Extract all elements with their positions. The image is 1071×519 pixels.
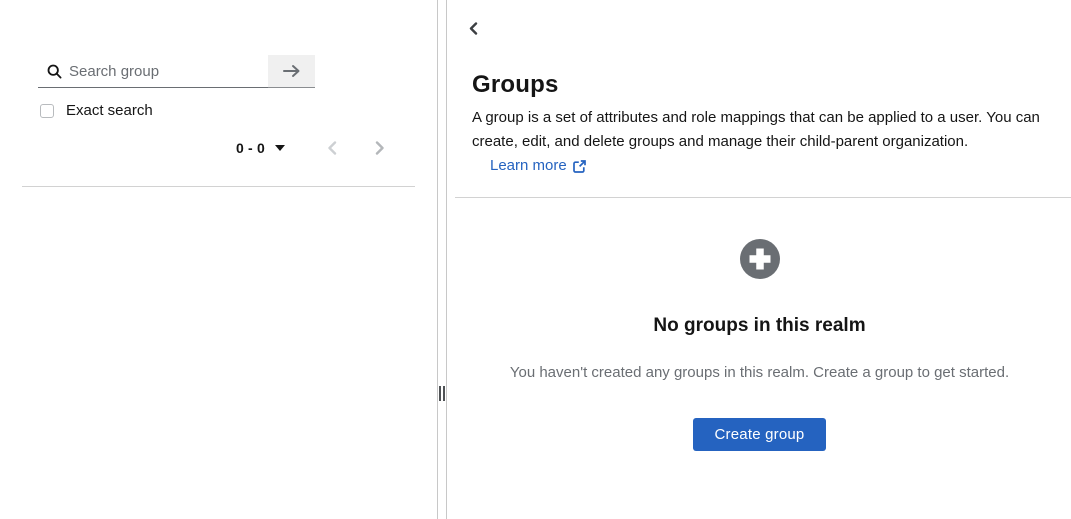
learn-more-label: Learn more [490,157,567,174]
learn-more-link[interactable]: Learn more [490,154,586,178]
create-group-button[interactable]: Create group [692,418,827,451]
empty-state-title: No groups in this realm [653,315,866,336]
pagination-range-toggle[interactable]: 0 - 0 [236,140,285,156]
external-link-icon [572,159,586,173]
groups-search-panel: Exact search 0 - 0 [0,0,437,519]
drag-handle-icon [439,386,445,401]
arrow-right-icon [282,64,301,78]
search-group [38,55,315,88]
pagination: 0 - 0 [22,136,415,160]
groups-page: Exact search 0 - 0 [0,0,1071,519]
collapse-panel-button[interactable] [469,22,478,35]
empty-state-body: You haven't created any groups in this r… [509,364,1010,381]
pagination-next-button[interactable] [369,141,391,155]
angle-right-icon [375,141,385,155]
search-input[interactable] [69,55,268,87]
groups-main-panel: Groups A group is a set of attributes an… [447,0,1071,519]
empty-state: No groups in this realm You haven't crea… [472,198,1047,451]
angle-left-icon [469,22,478,35]
page-description: A group is a set of attributes and role … [472,106,1047,178]
page-title: Groups [472,71,559,98]
exact-search-label: Exact search [66,102,153,119]
pagination-range: 0 - 0 [235,140,265,156]
caret-down-icon [275,145,285,151]
left-panel-divider [22,186,415,187]
panel-resize-splitter[interactable] [437,0,447,519]
plus-circle-icon [739,239,780,279]
exact-search-checkbox[interactable] [40,103,54,118]
angle-left-icon [327,141,337,155]
page-description-text: A group is a set of attributes and role … [472,109,1040,150]
pagination-prev-button[interactable] [321,141,343,155]
search-submit-button[interactable] [268,55,315,88]
exact-search-row: Exact search [40,102,415,119]
search-input-wrap [38,55,268,88]
search-icon [47,64,62,79]
